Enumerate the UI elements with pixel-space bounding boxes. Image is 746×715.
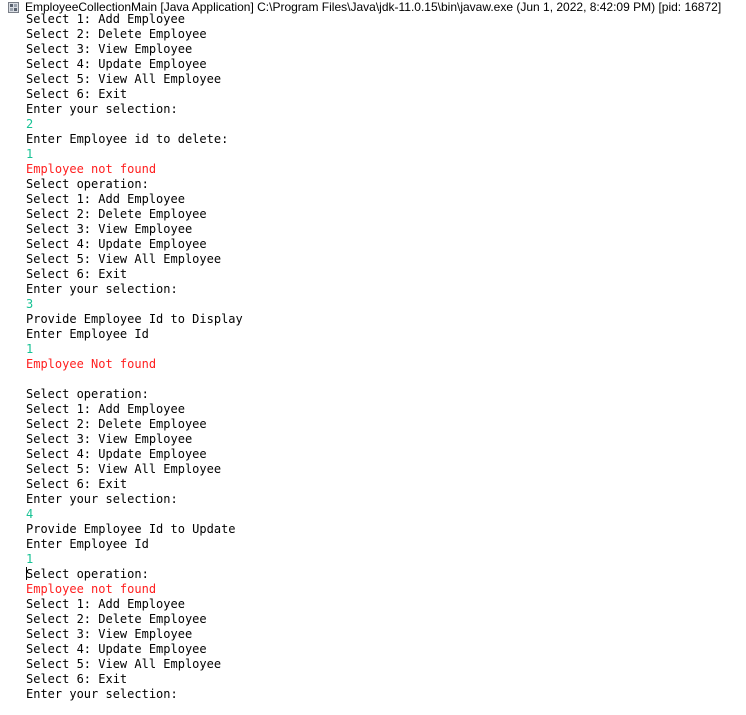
console-output-line: Select 5: View All Employee [26,72,746,87]
console-line-text: 3 [26,297,34,311]
console-output-line: Select 4: Update Employee [26,57,746,72]
console-line-text: Select 4: Update Employee [26,57,207,71]
console-line-text: Select 5: View All Employee [26,657,222,671]
console-input-line: 4 [26,507,746,522]
console-output-line: Select 6: Exit [26,87,746,102]
console-input-line: 1 [26,147,746,162]
console-line-text: Select 1: Add Employee [26,597,185,611]
console-line-text: Select 5: View All Employee [26,462,222,476]
console-line-text: Enter Employee Id [26,537,149,551]
console-output-line: Provide Employee Id to Display [26,312,746,327]
console-output-line: Select 1: Add Employee [26,12,746,27]
console-line-text: Select 1: Add Employee [26,402,185,416]
console-error-line: Employee not found [26,162,746,177]
console-line-text: Select 2: Delete Employee [26,612,207,626]
console-line-text: Select 6: Exit [26,477,128,491]
console-output-line: Enter your selection: [26,492,746,507]
console-line-text: Select 5: View All Employee [26,72,222,86]
console-line-text: Select 4: Update Employee [26,642,207,656]
console-input-line: 3 [26,297,746,312]
console-output-line: Provide Employee Id to Update [26,522,746,537]
console-output-line: Select 4: Update Employee [26,237,746,252]
console-line-text: Select 3: View Employee [26,432,193,446]
console-output-line: Select 5: View All Employee [26,657,746,672]
console-output-line: Select 6: Exit [26,672,746,687]
console-output-line: Enter your selection: [26,282,746,297]
console-input-line: 1 [26,342,746,357]
console-output-line: Enter your selection: [26,687,746,702]
console-output-line: Select operation: [26,567,746,582]
console-line-text: Select 2: Delete Employee [26,27,207,41]
console-error-line: Employee not found [26,582,746,597]
console-line-text: Select 2: Delete Employee [26,207,207,221]
console-line-text: Employee not found [26,582,157,596]
console-output-line: Select 5: View All Employee [26,252,746,267]
console-input-line: 2 [26,117,746,132]
console-output[interactable]: Select 1: Add Employee Select 2: Delete E… [26,12,746,702]
console-output-line: Select 1: Add Employee [26,402,746,417]
console-output-line: Enter Employee id to delete: [26,132,746,147]
console-input-line: 1 [26,552,746,567]
terminated-console-icon [8,1,19,13]
console-output-line: Select 3: View Employee [26,222,746,237]
console-line-text: Select 4: Update Employee [26,237,207,251]
console-line-text: Enter your selection: [26,102,178,116]
console-output-line: Select 2: Delete Employee [26,417,746,432]
console-output-line: Select 5: View All Employee [26,462,746,477]
console-line-text: Select 1: Add Employee [26,12,185,26]
console-line-text: Select 6: Exit [26,87,128,101]
console-output-line: Select 1: Add Employee [26,192,746,207]
console-line-text: Select operation: [26,567,149,581]
console-line-text: Select 4: Update Employee [26,447,207,461]
console-line-text: 1 [26,147,34,161]
console-output-line: Select 3: View Employee [26,42,746,57]
console-line-text: Select 3: View Employee [26,42,193,56]
console-output-line: Select 4: Update Employee [26,642,746,657]
console-output-line: Select 6: Exit [26,477,746,492]
console-output-line: Select 1: Add Employee [26,597,746,612]
console-output-line: Select 3: View Employee [26,627,746,642]
console-line-text: Provide Employee Id to Display [26,312,243,326]
console-line-text: Enter your selection: [26,282,178,296]
console-output-line: Enter your selection: [26,102,746,117]
console-output-line: Enter Employee Id [26,327,746,342]
console-line-text: Enter your selection: [26,687,178,701]
console-output-line: Select 2: Delete Employee [26,612,746,627]
console-line-text: Select operation: [26,177,149,191]
console-line-text: Select 5: View All Employee [26,252,222,266]
console-line-text: 1 [26,342,34,356]
console-error-line: Employee Not found [26,357,746,372]
console-output-line: Select 4: Update Employee [26,447,746,462]
console-line-text: Select operation: [26,387,149,401]
console-line-text: Enter your selection: [26,492,178,506]
console-output-line: Select 2: Delete Employee [26,27,746,42]
console-line-text: Provide Employee Id to Update [26,522,236,536]
console-output-line: Select operation: [26,387,746,402]
console-line-text: Select 1: Add Employee [26,192,185,206]
console-line-text: Employee not found [26,162,157,176]
console-line-text: Enter Employee id to delete: [26,132,229,146]
console-line-text: Select 6: Exit [26,267,128,281]
console-line-text: 1 [26,552,34,566]
console-output-line: Select 3: View Employee [26,432,746,447]
console-line-text: Select 3: View Employee [26,627,193,641]
console-line-text: 4 [26,507,34,521]
console-line-text: Select 6: Exit [26,672,128,686]
console-line-text: Employee Not found [26,357,157,371]
console-line-text: Enter Employee Id [26,327,149,341]
console-output-line: Select 2: Delete Employee [26,207,746,222]
console-output-line: Enter Employee Id [26,537,746,552]
console-line-text: Select 2: Delete Employee [26,417,207,431]
console-line-text: 2 [26,117,34,131]
console-line-text: Select 3: View Employee [26,222,193,236]
console-output-line: Select operation: [26,177,746,192]
console-output-line: Select 6: Exit [26,267,746,282]
